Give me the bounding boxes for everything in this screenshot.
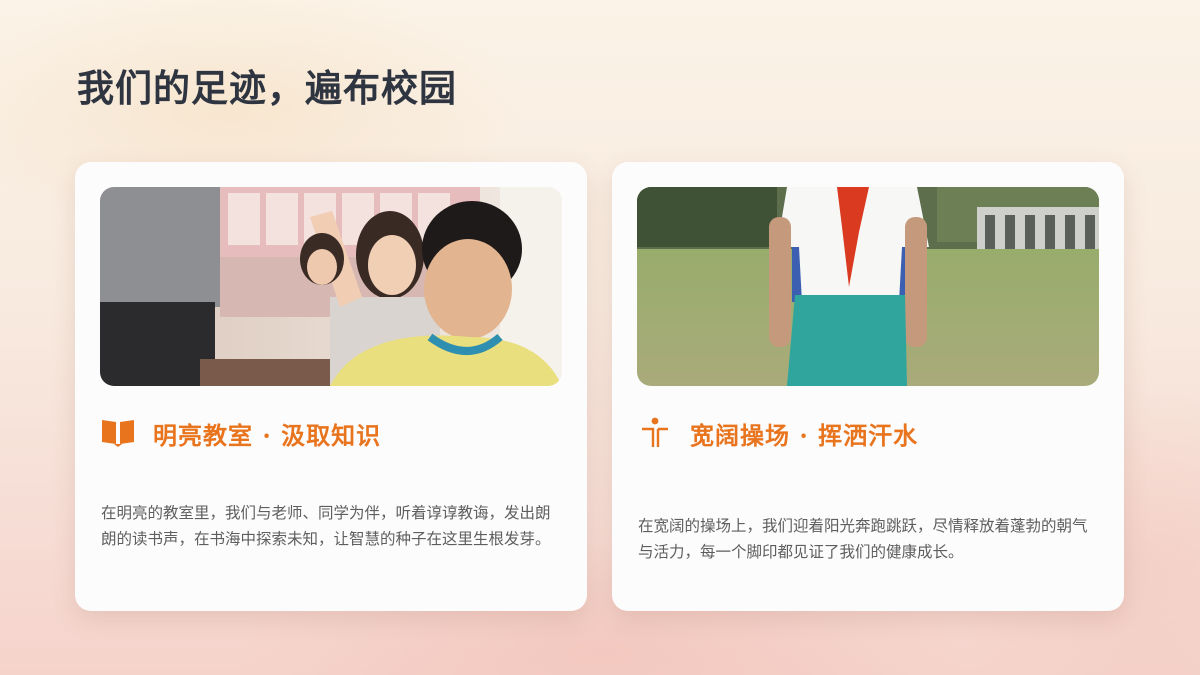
classroom-card-title: 明亮教室 · 汲取知识 — [153, 420, 382, 450]
classroom-card: 明亮教室 · 汲取知识 在明亮的教室里，我们与老师、同学为伴，听着谆谆教诲，发出… — [75, 162, 587, 611]
classroom-photo — [100, 187, 562, 386]
open-book-icon — [101, 415, 141, 451]
playground-card-description: 在宽阔的操场上，我们迎着阳光奔跑跳跃，尽情释放着蓬勃的朝气与活力，每一个脚印都见… — [638, 517, 1088, 561]
classroom-card-description: 在明亮的教室里，我们与老师、同学为伴，听着谆谆教诲，发出朗朗的读书声，在书海中探… — [101, 504, 551, 548]
page-title: 我们的足迹，遍布校园 — [77, 66, 457, 110]
playground-photo — [637, 187, 1099, 386]
classroom-card-heading: 明亮教室 · 汲取知识 — [101, 415, 381, 451]
playground-card-title: 宽阔操场 · 挥洒汗水 — [690, 420, 919, 450]
running-figure-icon — [638, 415, 678, 451]
playground-card: 宽阔操场 · 挥洒汗水 在宽阔的操场上，我们迎着阳光奔跑跳跃，尽情释放着蓬勃的朝… — [612, 162, 1124, 611]
playground-card-heading: 宽阔操场 · 挥洒汗水 — [638, 415, 918, 451]
